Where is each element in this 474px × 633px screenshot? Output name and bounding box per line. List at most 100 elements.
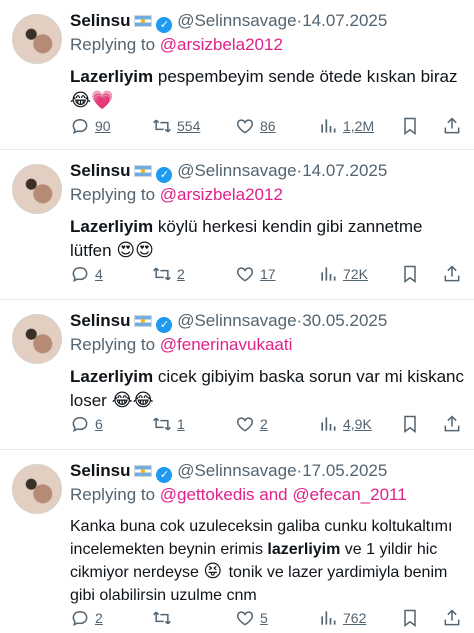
reply-count: 6 (95, 416, 103, 432)
retweet-button[interactable]: 2 (152, 264, 185, 284)
views-count: 4,9K (343, 416, 372, 432)
mention-link[interactable]: @gettokedis and @efecan_2011 (160, 485, 407, 504)
display-name[interactable]: Selinsu (70, 11, 130, 30)
views-button[interactable]: 1,2M (318, 116, 374, 136)
views-button[interactable]: 72K (318, 264, 368, 284)
highlighted-word: Lazerliyim (70, 67, 154, 86)
views-button[interactable]: 762 (318, 608, 366, 628)
reply-count: 2 (95, 610, 103, 626)
reply-button[interactable]: 90 (70, 116, 111, 136)
avatar[interactable] (12, 314, 62, 364)
bookmark-button[interactable] (400, 414, 420, 434)
reply-button[interactable]: 6 (70, 414, 103, 434)
mention-link[interactable]: @arsizbela2012 (160, 35, 283, 54)
tweet-text: Lazerliyim cicek gibiyim baska sorun var… (70, 365, 464, 413)
display-name[interactable]: Selinsu (70, 161, 130, 180)
reply-button[interactable]: 2 (70, 608, 103, 628)
tweet-header: Selinsu ✓ @Selinnsavage·17.05.2025 (70, 460, 464, 483)
replying-to-line: Replying to @fenerinavukaati (70, 334, 464, 356)
avatar[interactable] (12, 464, 62, 514)
highlighted-word: Lazerliyim (70, 367, 154, 386)
tweet-date[interactable]: 14.07.2025 (302, 161, 387, 180)
replying-to-line: Replying to @arsizbela2012 (70, 184, 464, 206)
retweet-icon (153, 417, 171, 431)
argentina-flag-icon (134, 315, 153, 327)
user-handle[interactable]: @Selinnsavage (177, 161, 296, 180)
replying-to-line: Replying to @gettokedis and @efecan_2011 (70, 484, 464, 506)
highlighted-word: Lazerliyim (70, 217, 154, 236)
like-button[interactable]: 2 (235, 414, 268, 434)
like-icon (236, 611, 254, 626)
views-button[interactable]: 4,9K (318, 414, 372, 434)
replying-to-label: Replying to (70, 485, 156, 504)
tweet-header: Selinsu ✓ @Selinnsavage·30.05.2025 (70, 310, 464, 333)
user-handle[interactable]: @Selinnsavage (177, 461, 296, 480)
reply-button[interactable]: 4 (70, 264, 103, 284)
share-icon (444, 265, 460, 282)
replying-to-label: Replying to (70, 185, 156, 204)
replying-to-line: Replying to @arsizbela2012 (70, 34, 464, 56)
like-count: 86 (260, 118, 276, 134)
display-name[interactable]: Selinsu (70, 311, 130, 330)
views-icon (321, 417, 336, 431)
retweet-button[interactable]: 554 (152, 116, 200, 136)
mention-link[interactable]: @fenerinavukaati (160, 335, 293, 354)
argentina-flag-icon (134, 15, 153, 27)
tweet-date[interactable]: 30.05.2025 (302, 311, 387, 330)
like-icon (236, 119, 254, 134)
like-button[interactable]: 17 (235, 264, 276, 284)
avatar[interactable] (12, 164, 62, 214)
verified-badge-icon: ✓ (156, 17, 173, 33)
bookmark-icon (404, 265, 416, 283)
tweet[interactable]: Selinsu ✓ @Selinnsavage·17.05.2025 Replyi… (0, 450, 474, 633)
bookmark-button[interactable] (400, 116, 420, 136)
tweet-date[interactable]: 14.07.2025 (302, 11, 387, 30)
tweet-actions: 4 2 17 72K (70, 264, 464, 286)
mention-link[interactable]: @arsizbela2012 (160, 185, 283, 204)
retweet-button[interactable] (152, 608, 177, 628)
tweet[interactable]: Selinsu ✓ @Selinnsavage·14.07.2025 Replyi… (0, 0, 474, 150)
highlighted-word: lazerliyim (267, 541, 341, 558)
retweet-button[interactable]: 1 (152, 414, 185, 434)
argentina-flag-icon (134, 465, 153, 477)
tweet[interactable]: Selinsu ✓ @Selinnsavage·14.07.2025 Replyi… (0, 150, 474, 300)
reply-count: 4 (95, 266, 103, 282)
tweet-date[interactable]: 17.05.2025 (302, 461, 387, 480)
tweet-text: Lazerliyim köylü herkesi kendin gibi zan… (70, 215, 464, 263)
share-button[interactable] (442, 116, 462, 136)
argentina-flag-icon (134, 165, 153, 177)
reply-count: 90 (95, 118, 111, 134)
retweet-icon (153, 267, 171, 281)
share-button[interactable] (442, 264, 462, 284)
user-handle[interactable]: @Selinnsavage (177, 311, 296, 330)
views-count: 1,2M (343, 118, 375, 134)
reply-icon (72, 118, 88, 135)
share-button[interactable] (442, 608, 462, 628)
views-icon (321, 267, 336, 281)
user-handle[interactable]: @Selinnsavage (177, 11, 296, 30)
tweet-actions: 6 1 2 4,9K (70, 414, 464, 436)
views-icon (321, 119, 336, 133)
like-count: 17 (260, 266, 276, 282)
replying-to-label: Replying to (70, 335, 156, 354)
emoji-heart-eyes: 😍😍 (116, 240, 154, 261)
retweet-count: 554 (177, 118, 201, 134)
tweet[interactable]: Selinsu ✓ @Selinnsavage·30.05.2025 Replyi… (0, 300, 474, 450)
retweet-count: 2 (177, 266, 185, 282)
retweet-count: 1 (177, 416, 185, 432)
tweet-text-body: pespembeyim sende ötede kıskan biraz (153, 67, 458, 86)
bookmark-button[interactable] (400, 608, 420, 628)
share-icon (444, 415, 460, 432)
like-count: 2 (260, 416, 268, 432)
like-button[interactable]: 86 (235, 116, 276, 136)
verified-badge-icon: ✓ (156, 167, 173, 183)
share-button[interactable] (442, 414, 462, 434)
tweet-header: Selinsu ✓ @Selinnsavage·14.07.2025 (70, 160, 464, 183)
like-button[interactable]: 5 (235, 608, 268, 628)
avatar[interactable] (12, 14, 62, 64)
tweet-actions: 90 554 86 1,2M (70, 116, 464, 138)
views-count: 762 (343, 610, 367, 626)
display-name[interactable]: Selinsu (70, 461, 130, 480)
bookmark-button[interactable] (400, 264, 420, 284)
share-icon (444, 609, 460, 626)
